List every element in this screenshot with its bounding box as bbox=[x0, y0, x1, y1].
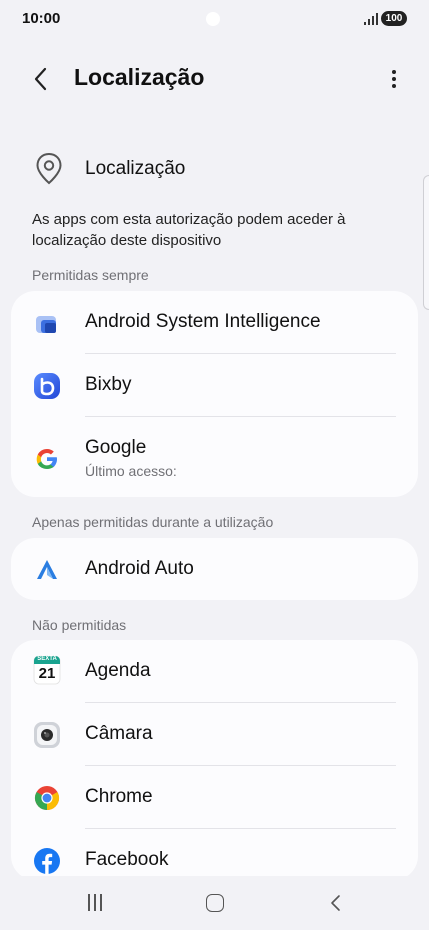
facebook-icon bbox=[34, 848, 60, 874]
calendar-weekday: SEXTA bbox=[37, 656, 57, 662]
app-label: Facebook bbox=[85, 849, 169, 870]
app-label: Google bbox=[85, 437, 147, 458]
section-header-not-allowed: Não permitidas bbox=[32, 617, 127, 633]
last-access-label: Último acesso: bbox=[85, 463, 177, 479]
while-in-use-card: Android Auto bbox=[11, 538, 418, 600]
location-label: Localização bbox=[85, 158, 186, 179]
app-label: Chrome bbox=[85, 786, 153, 807]
front-camera-cutout bbox=[206, 12, 220, 26]
not-allowed-card: SEXTA 21 Agenda Câmara Chrome Facebook bbox=[11, 640, 418, 880]
app-bar: Localização bbox=[0, 56, 429, 100]
app-label: Câmara bbox=[85, 723, 153, 744]
always-allowed-card: Android System Intelligence Bixby Google… bbox=[11, 291, 418, 497]
section-header-always: Permitidas sempre bbox=[32, 267, 149, 283]
list-item-chrome[interactable]: Chrome bbox=[11, 766, 418, 828]
bixby-icon bbox=[34, 373, 60, 399]
location-row[interactable]: Localização bbox=[0, 148, 429, 192]
list-item-bixby[interactable]: Bixby bbox=[11, 354, 418, 416]
status-time: 10:00 bbox=[22, 10, 61, 27]
android-system-intelligence-icon bbox=[36, 316, 56, 333]
app-label: Android Auto bbox=[85, 558, 194, 579]
camera-icon bbox=[34, 722, 60, 748]
signal-icon bbox=[364, 13, 378, 25]
section-header-while-in-use: Apenas permitidas durante a utilização bbox=[32, 514, 274, 530]
more-options-icon[interactable] bbox=[382, 64, 406, 94]
location-pin-icon bbox=[36, 152, 62, 185]
navigation-bar bbox=[0, 876, 429, 930]
chrome-icon bbox=[34, 786, 60, 810]
google-icon bbox=[36, 449, 57, 469]
list-item-agenda[interactable]: SEXTA 21 Agenda bbox=[11, 640, 418, 702]
list-item-google[interactable]: Google Último acesso: bbox=[11, 417, 418, 497]
app-label: Agenda bbox=[85, 660, 151, 681]
back-arrow-icon[interactable] bbox=[26, 64, 56, 94]
app-label: Bixby bbox=[85, 374, 132, 395]
calendar-icon: SEXTA 21 bbox=[33, 655, 61, 685]
page-title: Localização bbox=[74, 64, 205, 90]
recent-apps-icon[interactable] bbox=[86, 894, 104, 912]
android-auto-icon bbox=[37, 560, 57, 579]
app-label: Android System Intelligence bbox=[85, 311, 321, 332]
list-item-camara[interactable]: Câmara bbox=[11, 703, 418, 765]
home-icon[interactable] bbox=[206, 894, 224, 912]
battery-icon: 100 bbox=[381, 11, 407, 26]
list-item-android-auto[interactable]: Android Auto bbox=[11, 538, 418, 600]
scroll-indicator[interactable] bbox=[423, 175, 429, 310]
calendar-day: 21 bbox=[38, 665, 56, 682]
status-bar: 10:00 100 bbox=[0, 0, 429, 40]
permission-description: As apps com esta autorização podem acede… bbox=[32, 211, 346, 249]
list-item-android-system-intelligence[interactable]: Android System Intelligence bbox=[11, 291, 418, 353]
nav-back-icon[interactable] bbox=[326, 893, 346, 913]
